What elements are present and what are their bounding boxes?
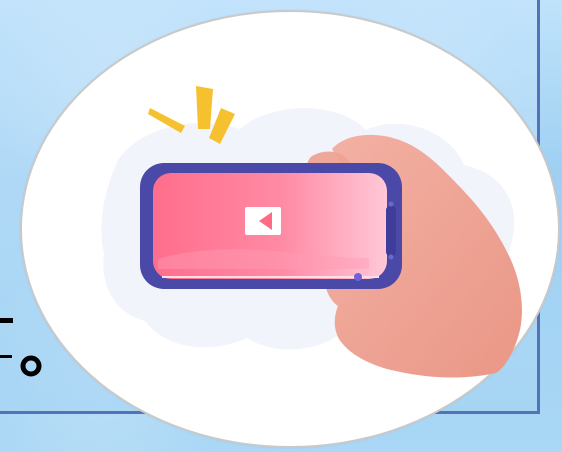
side-mark — [0, 318, 44, 386]
phone-video-illustration — [100, 86, 550, 386]
phone-device — [140, 163, 402, 289]
video-play-icon — [245, 207, 281, 235]
